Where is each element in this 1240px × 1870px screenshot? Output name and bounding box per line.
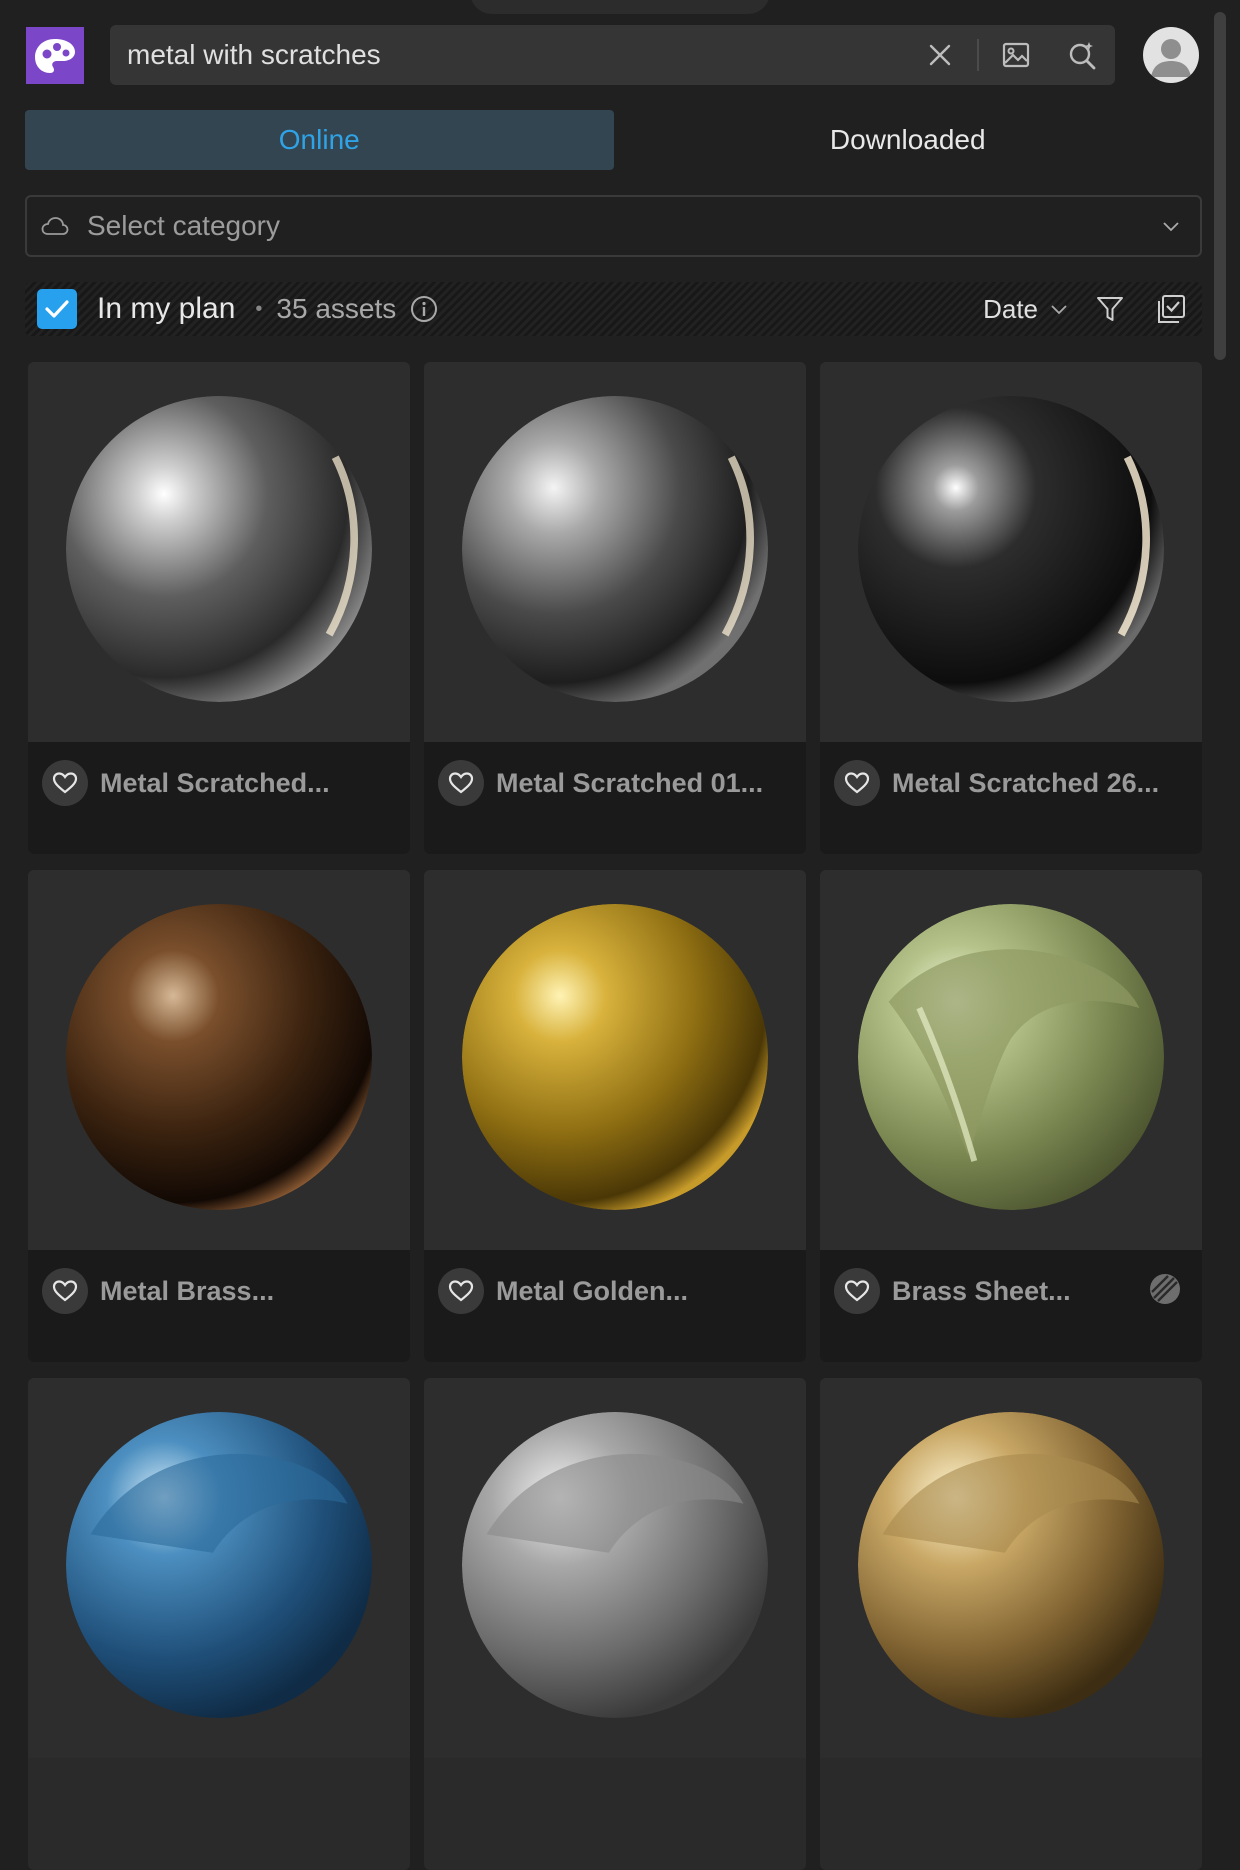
asset-thumbnail[interactable] <box>28 362 410 742</box>
select-all-icon[interactable] <box>1156 294 1186 324</box>
material-preview <box>66 1412 372 1718</box>
heart-icon <box>52 1280 78 1302</box>
search-bar <box>110 25 1115 85</box>
asset-name: Metal Scratched 01... <box>496 768 764 798</box>
favorite-button[interactable] <box>438 1268 484 1314</box>
heart-icon <box>448 1280 474 1302</box>
favorite-button[interactable] <box>42 760 88 806</box>
cloud-icon <box>41 217 69 235</box>
material-preview <box>66 396 372 702</box>
favorite-button[interactable] <box>834 1268 880 1314</box>
ai-search-button[interactable] <box>1049 25 1115 85</box>
asset-card[interactable]: Metal Scratched 01... <box>424 362 806 854</box>
palette-logo-icon <box>35 38 75 73</box>
clear-search-button[interactable] <box>907 25 973 85</box>
material-preview <box>858 904 1164 1210</box>
favorite-button[interactable] <box>834 760 880 806</box>
favorite-button[interactable] <box>42 1268 88 1314</box>
sort-dropdown[interactable]: Date <box>983 294 1038 325</box>
asset-thumbnail[interactable] <box>820 362 1202 742</box>
material-preview <box>66 904 372 1210</box>
heart-icon <box>844 1280 870 1302</box>
asset-card[interactable]: Brass Sheet... <box>820 870 1202 1362</box>
asset-thumbnail[interactable] <box>28 1378 410 1758</box>
ai-search-icon <box>1069 42 1096 70</box>
material-badge-icon <box>1150 1274 1180 1304</box>
chevron-down-icon <box>1163 222 1179 232</box>
asset-name: Metal Scratched 26... <box>892 768 1160 798</box>
chevron-down-icon[interactable] <box>1050 303 1068 315</box>
asset-name: Brass Sheet... <box>892 1276 1071 1306</box>
tab-online[interactable]: Online <box>25 110 614 170</box>
heart-icon <box>52 772 78 794</box>
user-avatar[interactable] <box>1143 27 1199 83</box>
filter-icon[interactable] <box>1096 295 1124 323</box>
check-icon <box>45 300 69 318</box>
asset-card[interactable]: Metal Scratched 26... <box>820 362 1202 854</box>
tab-downloaded[interactable]: Downloaded <box>614 110 1203 170</box>
close-icon <box>929 44 951 66</box>
plan-label: In my plan <box>97 292 236 325</box>
material-preview <box>462 904 768 1210</box>
info-icon[interactable] <box>410 295 438 323</box>
asset-name: Metal Brass... <box>100 1276 275 1306</box>
in-my-plan-checkbox[interactable] <box>37 289 77 329</box>
category-select[interactable]: Select category <box>25 195 1202 257</box>
material-preview <box>462 1412 768 1718</box>
asset-thumbnail[interactable] <box>28 870 410 1250</box>
app-logo[interactable] <box>26 27 84 84</box>
search-divider <box>977 39 979 71</box>
source-tabs: Online Downloaded <box>25 110 1202 170</box>
separator-dot: • <box>255 297 263 320</box>
favorite-button[interactable] <box>438 760 484 806</box>
search-input[interactable] <box>125 29 907 81</box>
asset-card[interactable]: Metal Brass... <box>28 870 410 1362</box>
heart-icon <box>448 772 474 794</box>
asset-card[interactable] <box>28 1378 410 1870</box>
image-search-button[interactable] <box>983 25 1049 85</box>
plan-filter-bar: In my plan • 35 assets Date <box>25 282 1202 336</box>
asset-thumbnail[interactable] <box>424 362 806 742</box>
asset-thumbnail[interactable] <box>424 1378 806 1758</box>
user-icon <box>1151 39 1191 77</box>
material-preview <box>858 396 1164 702</box>
image-search-icon <box>1002 42 1030 68</box>
material-preview <box>462 396 768 702</box>
asset-thumbnail[interactable] <box>820 1378 1202 1758</box>
category-placeholder: Select category <box>87 210 280 241</box>
asset-card[interactable]: Metal Golden... <box>424 870 806 1362</box>
asset-thumbnail[interactable] <box>424 870 806 1250</box>
window-drag-handle[interactable] <box>470 0 770 14</box>
asset-card[interactable]: Metal Scratched... <box>28 362 410 854</box>
heart-icon <box>844 772 870 794</box>
asset-name: Metal Scratched... <box>100 768 330 798</box>
scrollbar-thumb[interactable] <box>1214 12 1226 360</box>
asset-count: 35 assets <box>276 293 397 324</box>
material-preview <box>858 1412 1164 1718</box>
asset-name: Metal Golden... <box>496 1276 689 1306</box>
asset-card[interactable] <box>820 1378 1202 1870</box>
asset-card[interactable] <box>424 1378 806 1870</box>
asset-thumbnail[interactable] <box>820 870 1202 1250</box>
